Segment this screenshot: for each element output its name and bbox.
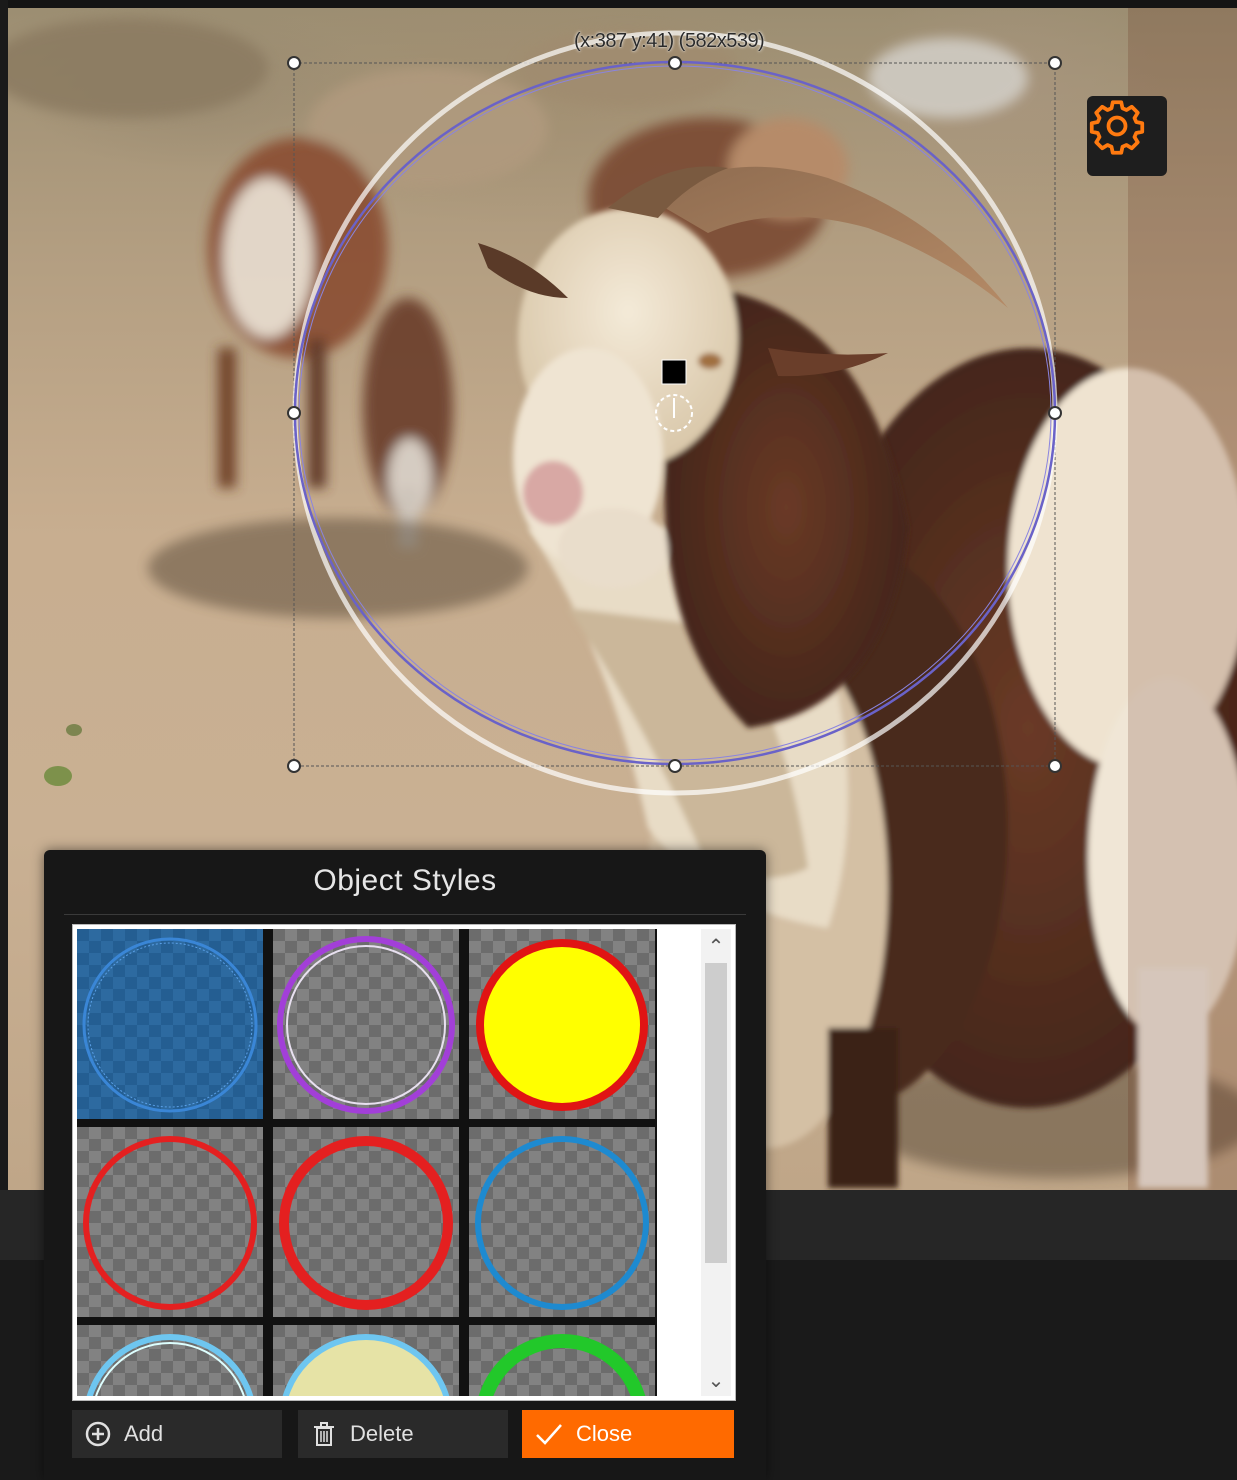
checkmark-icon	[534, 1420, 564, 1448]
scroll-thumb[interactable]	[705, 963, 727, 1263]
style-grid	[77, 929, 657, 1396]
settings-button[interactable]	[1087, 96, 1167, 176]
rotate-handle-icon[interactable]	[655, 394, 693, 432]
style-swatch-yellow-red[interactable]	[469, 929, 655, 1119]
resize-handle-bottom[interactable]	[668, 759, 682, 773]
panel-title: Object Styles	[313, 864, 497, 897]
close-panel-button[interactable]: Close	[522, 1410, 734, 1458]
close-button-label: Close	[576, 1421, 633, 1446]
style-swatch-red-thin[interactable]	[77, 1127, 263, 1317]
resize-handle-top[interactable]	[668, 56, 682, 70]
add-style-button[interactable]: Add	[72, 1410, 282, 1458]
trash-icon	[310, 1420, 338, 1448]
editor-window: (x:387 y:41) (582x539) Object Styles ⌃ ⌄…	[0, 0, 1237, 1480]
resize-handle-top-left[interactable]	[287, 56, 301, 70]
plus-circle-icon	[84, 1420, 112, 1448]
object-styles-panel: Object Styles ⌃ ⌄ Add Delete Close	[44, 850, 766, 1480]
style-list[interactable]: ⌃ ⌄	[72, 924, 736, 1401]
add-button-label: Add	[124, 1421, 164, 1446]
delete-button-label: Delete	[350, 1421, 414, 1446]
style-swatch-purple-ring[interactable]	[273, 929, 459, 1119]
scroll-up-arrow-icon[interactable]: ⌃	[701, 931, 731, 961]
style-swatch-green-ring[interactable]	[469, 1325, 655, 1396]
style-swatch-red-thick[interactable]	[273, 1127, 459, 1317]
delete-style-button[interactable]: Delete	[298, 1410, 508, 1458]
style-swatch-cream-fill[interactable]	[273, 1325, 459, 1396]
resize-handle-top-right[interactable]	[1048, 56, 1062, 70]
move-handle[interactable]	[661, 359, 687, 385]
style-swatch-lightblue-ring[interactable]	[77, 1325, 263, 1396]
style-list-scrollbar[interactable]: ⌃ ⌄	[701, 929, 731, 1396]
selection-coordinates: (x:387 y:41) (582x539)	[574, 30, 765, 52]
scroll-down-arrow-icon[interactable]: ⌄	[701, 1365, 731, 1395]
resize-handle-bottom-right[interactable]	[1048, 759, 1062, 773]
resize-handle-left[interactable]	[287, 406, 301, 420]
style-swatch-blue-outline[interactable]	[77, 929, 263, 1119]
title-divider	[64, 914, 746, 915]
resize-handle-right[interactable]	[1048, 406, 1062, 420]
resize-handle-bottom-left[interactable]	[287, 759, 301, 773]
style-swatch-blue-ring[interactable]	[469, 1127, 655, 1317]
